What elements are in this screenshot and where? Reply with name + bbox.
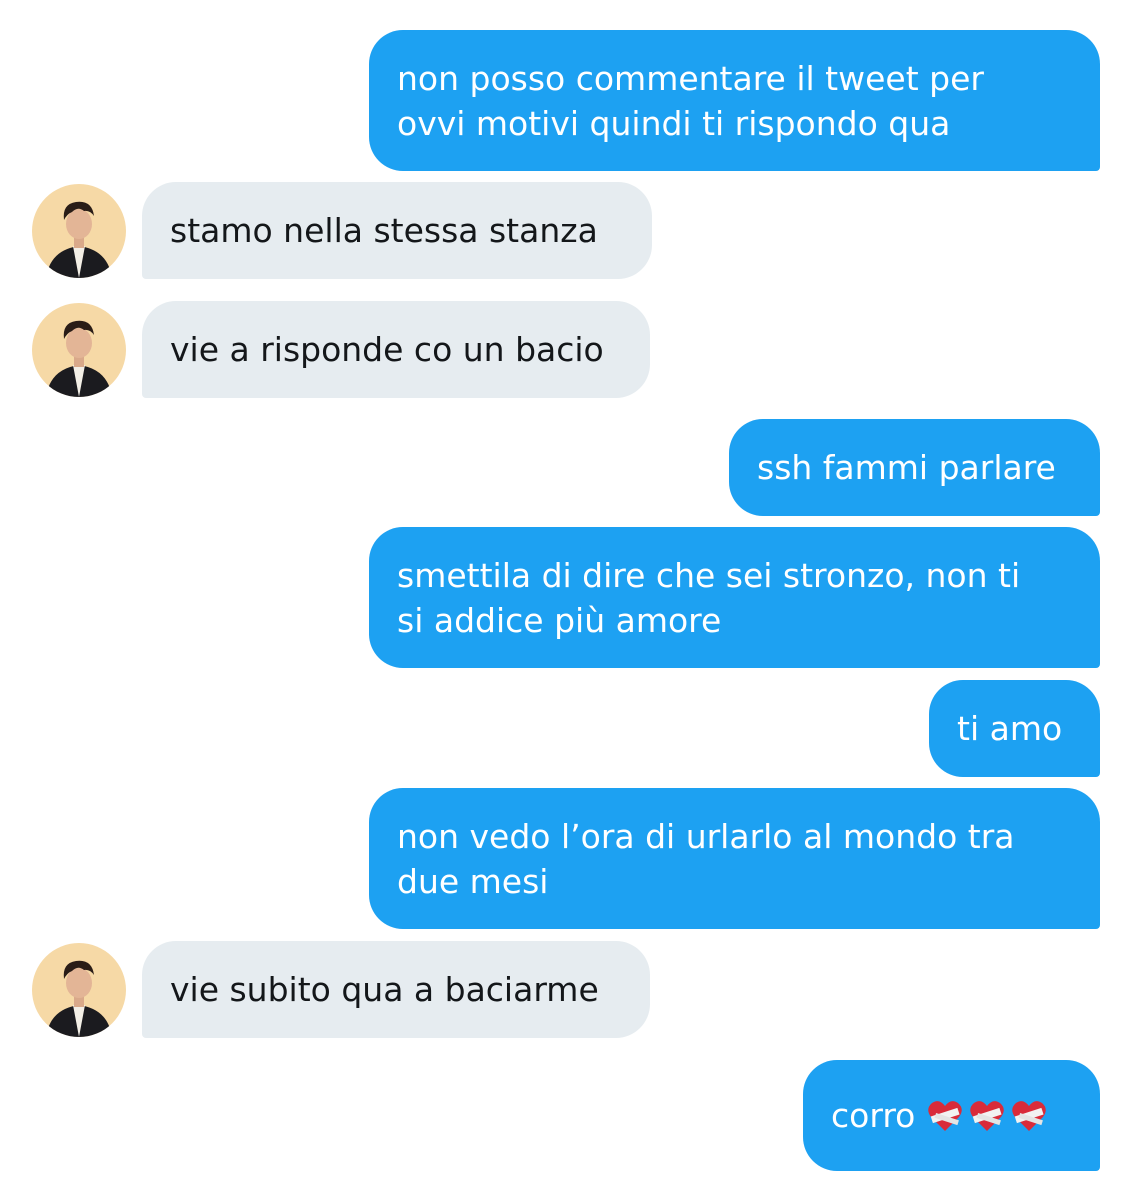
message-text: non posso commentare il tweet per ovvi m…: [397, 58, 984, 143]
incoming-message-bubble[interactable]: stamo nella stessa stanza: [142, 182, 652, 279]
message-text: corro: [831, 1096, 916, 1135]
avatar[interactable]: [32, 184, 126, 278]
message-text: stamo nella stessa stanza: [170, 211, 598, 250]
avatar[interactable]: [32, 943, 126, 1037]
message-text: non vedo l’ora di urlarlo al mondo tra d…: [397, 816, 1015, 901]
outgoing-message-bubble[interactable]: non vedo l’ora di urlarlo al mondo tra d…: [369, 788, 1100, 929]
message-text: ssh fammi parlare: [757, 448, 1056, 487]
outgoing-message-bubble[interactable]: ssh fammi parlare: [729, 419, 1100, 516]
mending-heart-icon: [927, 1054, 963, 1178]
message-text: smettila di dire che sei stronzo, non ti…: [397, 555, 1021, 640]
mending-heart-icon: [969, 1054, 1005, 1178]
message-text: ti amo: [957, 709, 1063, 748]
message-text: vie subito qua a baciarme: [170, 970, 599, 1009]
outgoing-message-bubble[interactable]: non posso commentare il tweet per ovvi m…: [369, 30, 1100, 171]
avatar[interactable]: [32, 303, 126, 397]
incoming-message-bubble[interactable]: vie subito qua a baciarme: [142, 941, 650, 1038]
dm-conversation: non posso commentare il tweet per ovvi m…: [0, 0, 1132, 1200]
outgoing-message-bubble[interactable]: ti amo: [929, 680, 1100, 777]
mending-heart-icon: [1011, 1054, 1047, 1178]
message-text: vie a risponde co un bacio: [170, 330, 604, 369]
emoji-group: [927, 1054, 1047, 1178]
outgoing-message-bubble[interactable]: smettila di dire che sei stronzo, non ti…: [369, 527, 1100, 668]
incoming-message-bubble[interactable]: vie a risponde co un bacio: [142, 301, 650, 398]
outgoing-message-bubble[interactable]: corro: [803, 1060, 1100, 1171]
